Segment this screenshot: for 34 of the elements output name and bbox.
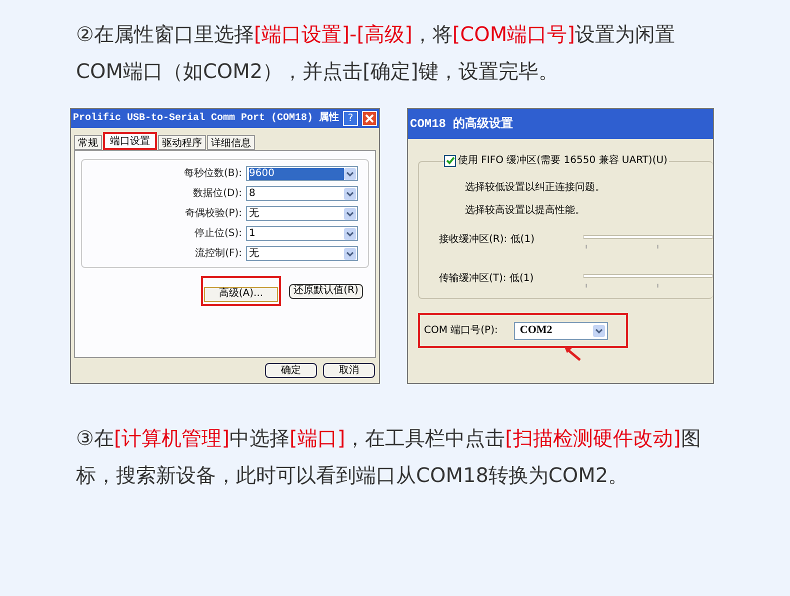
- window-title: Prolific USB-to-Serial Comm Port (COM18) 属性: [73, 111, 339, 126]
- dropdown[interactable]: 8: [246, 186, 358, 201]
- field-label: 数据位(D):: [193, 187, 242, 201]
- tab[interactable]: 驱动程序: [158, 135, 206, 150]
- field-label: 流控制(F):: [195, 246, 242, 261]
- ok-button[interactable]: 确定: [265, 363, 317, 378]
- field-label: 每秒位数(B):: [184, 166, 242, 181]
- buffer-label: 接收缓冲区(R): 低(1): [439, 232, 536, 247]
- tab[interactable]: 详细信息: [207, 135, 255, 150]
- close-button[interactable]: [362, 111, 377, 126]
- checkbox[interactable]: [444, 154, 456, 166]
- checkbox-label: 使用 FIFO 缓冲区(需要 16550 兼容 UART)(U): [458, 154, 668, 168]
- help-button[interactable]: ?: [343, 111, 358, 126]
- cancel-button[interactable]: 取消: [323, 363, 375, 378]
- window-title: COM18 的高级设置: [410, 116, 514, 133]
- hint-text: 选择较高设置以提高性能。: [465, 204, 586, 218]
- tab[interactable]: 常规: [74, 135, 102, 150]
- close-icon: [365, 114, 374, 123]
- com-port-label: COM 端口号(P):: [424, 324, 498, 338]
- dropdown[interactable]: 1: [246, 226, 358, 241]
- tab[interactable]: 端口设置: [103, 132, 157, 150]
- restore-defaults-button[interactable]: 还原默认值(R): [289, 284, 363, 298]
- hint-text: 选择较低设置以纠正连接问题。: [465, 180, 606, 195]
- field-label: 停止位(S):: [194, 226, 242, 241]
- com-port-dropdown[interactable]: COM2: [514, 322, 608, 340]
- dropdown[interactable]: 无: [246, 246, 358, 261]
- field-label: 奇偶校验(P):: [184, 206, 242, 221]
- step-2-text: ②在属性窗口里选择[端口设置]-[高级]，将[COM端口号]设置为闲置COM端口（如COM2），并点击[确定]键，设置完毕。: [76, 21, 676, 85]
- advanced-button[interactable]: 高级(A)...: [204, 286, 278, 302]
- dropdown[interactable]: 9600: [246, 166, 358, 181]
- checkmark-icon: [446, 156, 454, 165]
- step-3-text: ③在[计算机管理]中选择[端口]，在工具栏中点击[扫描检测硬件改动]图标，搜索新设备，此时可以看到端口从COM18转换为COM2。: [76, 425, 702, 489]
- dropdown[interactable]: 无: [246, 206, 358, 221]
- buffer-label: 传输缓冲区(T): 低(1): [439, 272, 535, 286]
